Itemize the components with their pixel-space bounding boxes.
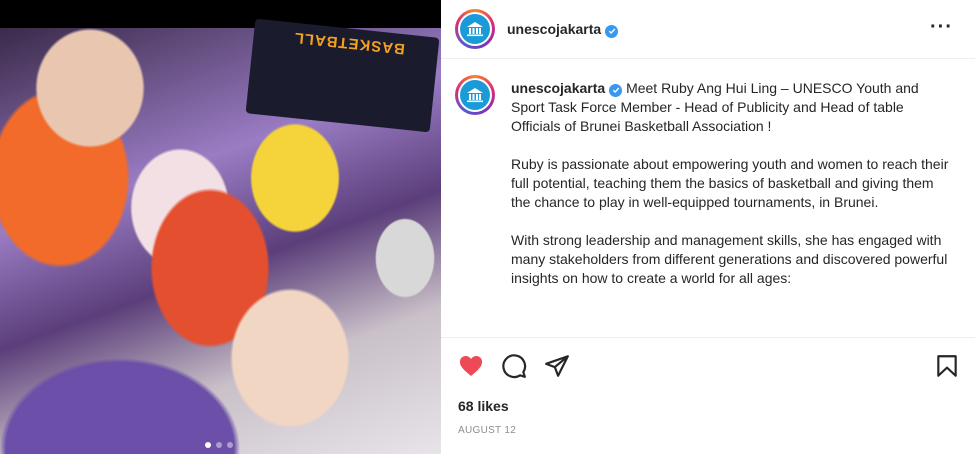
heart-icon[interactable] (458, 353, 484, 379)
post-header: unescojakarta ··· (441, 0, 975, 59)
avatar[interactable] (455, 75, 495, 115)
post-caption: unescojakarta Meet Ruby Ang Hui Ling – U… (511, 79, 951, 307)
post-date[interactable]: AUGUST 12 (458, 425, 516, 436)
unesco-logo-icon (467, 22, 483, 37)
carousel-dot (205, 442, 211, 448)
carousel-dot (216, 442, 222, 448)
likes-count[interactable]: 68 likes (458, 398, 509, 414)
unesco-logo-icon (467, 88, 483, 103)
comment-icon[interactable] (501, 353, 527, 379)
bookmark-icon[interactable] (934, 353, 960, 379)
header-username[interactable]: unescojakarta (507, 21, 619, 38)
avatar[interactable] (455, 9, 495, 49)
username-text[interactable]: unescojakarta (511, 80, 605, 96)
username-text[interactable]: unescojakarta (507, 21, 601, 37)
more-options-icon[interactable]: ··· (930, 17, 953, 37)
verified-badge-icon (605, 24, 619, 38)
post-sidebar: unescojakarta ··· unescojakarta Meet Rub… (441, 0, 975, 454)
post-actions: 68 likes AUGUST 12 (441, 337, 975, 455)
post-media[interactable]: BASKETBALL (0, 0, 441, 454)
caption-area[interactable]: unescojakarta Meet Ruby Ang Hui Ling – U… (441, 59, 975, 336)
verified-badge-icon (609, 83, 623, 97)
caption-paragraph: With strong leadership and management sk… (511, 232, 948, 286)
carousel-indicator (205, 442, 233, 448)
caption-username[interactable]: unescojakarta (511, 80, 623, 97)
caption-paragraph: unescojakarta Meet Ruby Ang Hui Ling – U… (511, 79, 951, 136)
photo-banner-text: BASKETBALL (292, 28, 406, 58)
caption-paragraph: Ruby is passionate about empowering yout… (511, 156, 949, 210)
send-icon[interactable] (544, 353, 570, 379)
photo-banner: BASKETBALL (245, 18, 440, 133)
carousel-dot (227, 442, 233, 448)
